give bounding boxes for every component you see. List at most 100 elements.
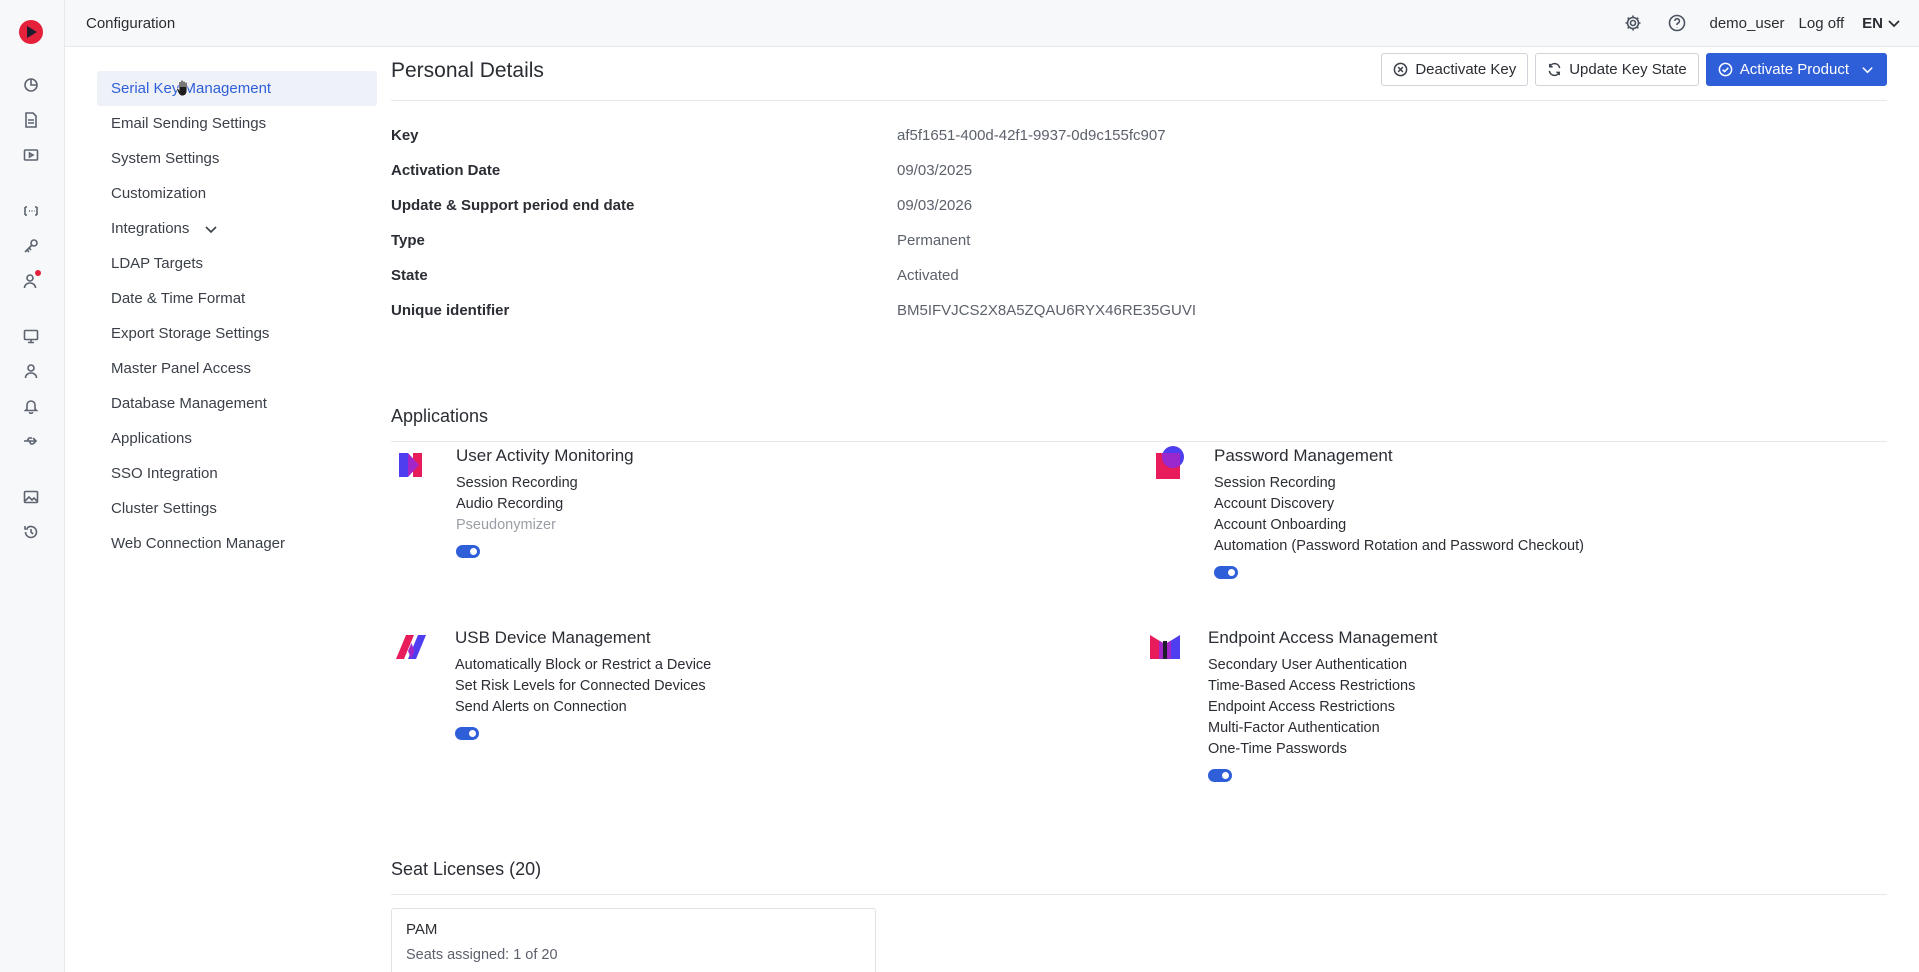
app-feature: Send Alerts on Connection: [455, 699, 627, 715]
page-section-title: Configuration: [86, 15, 176, 32]
sidebar-item-applications[interactable]: Applications: [97, 421, 377, 456]
page-header: Personal Details Deactivate Key Update K…: [391, 47, 1887, 101]
app-name: USB Device Management: [455, 628, 651, 647]
sidebar-item-sso-integration[interactable]: SSO Integration: [97, 456, 377, 491]
detail-label: Unique identifier: [391, 302, 510, 319]
sidebar-item-label: Database Management: [111, 395, 267, 412]
sidebar-item-label: Date & Time Format: [111, 290, 246, 307]
update-key-state-button[interactable]: Update Key State: [1535, 53, 1699, 86]
brand-logo-icon[interactable]: [19, 20, 43, 44]
detail-value: 09/03/2025: [897, 162, 973, 179]
license-name: PAM: [406, 921, 438, 938]
detail-row: Key af5f1651-400d-42f1-9937-0d9c155fc907: [391, 118, 1887, 153]
page-title: Personal Details: [391, 59, 544, 82]
icon-rail: [0, 0, 65, 972]
endpoint-access-management-icon: [1147, 627, 1183, 667]
language-selector[interactable]: EN: [1862, 15, 1901, 32]
detail-row: Update & Support period end date 09/03/20…: [391, 188, 1887, 223]
detail-row: State Activated: [391, 258, 1887, 293]
user-icon[interactable]: [22, 362, 40, 380]
app-name: User Activity Monitoring: [456, 446, 634, 465]
sidebar-item-master-panel-access[interactable]: Master Panel Access: [97, 351, 377, 386]
app-feature: Set Risk Levels for Connected Devices: [455, 678, 706, 694]
detail-value: af5f1651-400d-42f1-9937-0d9c155fc907: [897, 127, 1166, 144]
app-feature: Pseudonymizer: [456, 517, 556, 533]
detail-value: BM5IFVJCS2X8A5ZQAU6RYX46RE35GUVI: [897, 302, 1197, 319]
app-enabled-toggle[interactable]: [455, 727, 479, 740]
detail-label: State: [391, 267, 428, 284]
chevron-down-icon[interactable]: [203, 221, 219, 237]
monitor-icon[interactable]: [22, 327, 40, 345]
app-enabled-toggle[interactable]: [1208, 769, 1232, 782]
license-seats: Seats assigned: 1 of 20: [406, 947, 558, 963]
app-password-management: Password Management Session Recording Ac…: [1153, 445, 1584, 579]
detail-label: Type: [391, 232, 425, 249]
app-endpoint-access-management: Endpoint Access Management Secondary Use…: [1147, 627, 1438, 782]
sidebar-item-cluster-settings[interactable]: Cluster Settings: [97, 491, 377, 526]
dashboard-icon[interactable]: [22, 76, 40, 94]
usb-device-management-icon: [394, 627, 430, 667]
key-details: Key af5f1651-400d-42f1-9937-0d9c155fc907 …: [391, 118, 1887, 328]
video-player-icon[interactable]: [22, 146, 40, 164]
sidebar-item-label: Cluster Settings: [111, 500, 217, 517]
deactivate-key-button[interactable]: Deactivate Key: [1381, 53, 1529, 86]
sidebar-item-label: Integrations: [111, 220, 190, 237]
help-icon[interactable]: [1666, 12, 1688, 34]
app-feature: Session Recording: [1214, 475, 1336, 491]
sidebar-item-integrations[interactable]: Integrations: [97, 211, 377, 246]
sidebar-item-label: LDAP Targets: [111, 255, 203, 272]
notification-dot: [35, 270, 41, 276]
detail-label: Activation Date: [391, 162, 501, 179]
gear-icon[interactable]: [1622, 12, 1644, 34]
history-icon[interactable]: [22, 523, 40, 541]
mouse-cursor-icon: [176, 79, 188, 97]
activate-product-label: Activate Product: [1739, 61, 1849, 78]
sidebar-item-label: Applications: [111, 430, 192, 447]
app-feature: Audio Recording: [456, 496, 564, 512]
sidebar-item-customization[interactable]: Customization: [97, 176, 377, 211]
sidebar-item-web-connection-manager[interactable]: Web Connection Manager: [97, 526, 377, 561]
sidebar-item-label: Web Connection Manager: [111, 535, 285, 552]
applications-section-title: Applications: [391, 406, 1887, 442]
user-alerts-icon[interactable]: [22, 270, 41, 290]
app-enabled-toggle[interactable]: [1214, 566, 1238, 579]
top-bar: Configuration demo_user Log off EN: [65, 0, 1919, 47]
chevron-down-icon: [1888, 20, 1900, 28]
app-enabled-toggle[interactable]: [456, 545, 480, 558]
image-gallery-icon[interactable]: [22, 488, 40, 506]
bell-icon[interactable]: [22, 397, 40, 415]
key-icon[interactable]: [22, 237, 40, 255]
reports-icon[interactable]: [22, 111, 40, 129]
sidebar-item-ldap-targets[interactable]: LDAP Targets: [97, 246, 377, 281]
header-actions: Deactivate Key Update Key State Activate…: [1381, 53, 1887, 86]
sidebar-item-export-storage-settings[interactable]: Export Storage Settings: [97, 316, 377, 351]
settings-sidebar: Serial Key Management Email Sending Sett…: [97, 71, 377, 561]
app-feature: Secondary User Authentication: [1208, 657, 1408, 673]
usb-icon[interactable]: [22, 432, 40, 450]
connections-icon[interactable]: [22, 202, 40, 220]
chevron-down-icon: [1862, 67, 1873, 74]
app-feature: Automation (Password Rotation and Passwo…: [1214, 538, 1584, 554]
activate-product-button[interactable]: Activate Product: [1705, 53, 1887, 86]
detail-row: Type Permanent: [391, 223, 1887, 258]
update-key-state-label: Update Key State: [1569, 61, 1687, 78]
app-name: Password Management: [1214, 446, 1393, 465]
sidebar-item-label: Customization: [111, 185, 207, 202]
sidebar-item-label: Master Panel Access: [111, 360, 252, 377]
logoff-link[interactable]: Log off: [1799, 15, 1845, 32]
refresh-icon: [1548, 62, 1561, 77]
check-circle-icon: [1718, 62, 1733, 77]
sidebar-item-email-sending-settings[interactable]: Email Sending Settings: [97, 106, 377, 141]
sidebar-item-label: SSO Integration: [111, 465, 218, 482]
detail-value: 09/03/2026: [897, 197, 973, 214]
sidebar-item-date-time-format[interactable]: Date & Time Format: [97, 281, 377, 316]
sidebar-item-system-settings[interactable]: System Settings: [97, 141, 377, 176]
seat-license-card[interactable]: PAM Seats assigned: 1 of 20: [391, 908, 876, 972]
sidebar-item-database-management[interactable]: Database Management: [97, 386, 377, 421]
app-feature: Automatically Block or Restrict a Device: [455, 657, 712, 673]
sidebar-item-serial-key-management[interactable]: Serial Key Management: [97, 71, 377, 106]
app-feature: Account Discovery: [1214, 496, 1335, 512]
language-label: EN: [1862, 14, 1883, 32]
detail-row: Activation Date 09/03/2025: [391, 153, 1887, 188]
username-link[interactable]: demo_user: [1710, 15, 1785, 32]
